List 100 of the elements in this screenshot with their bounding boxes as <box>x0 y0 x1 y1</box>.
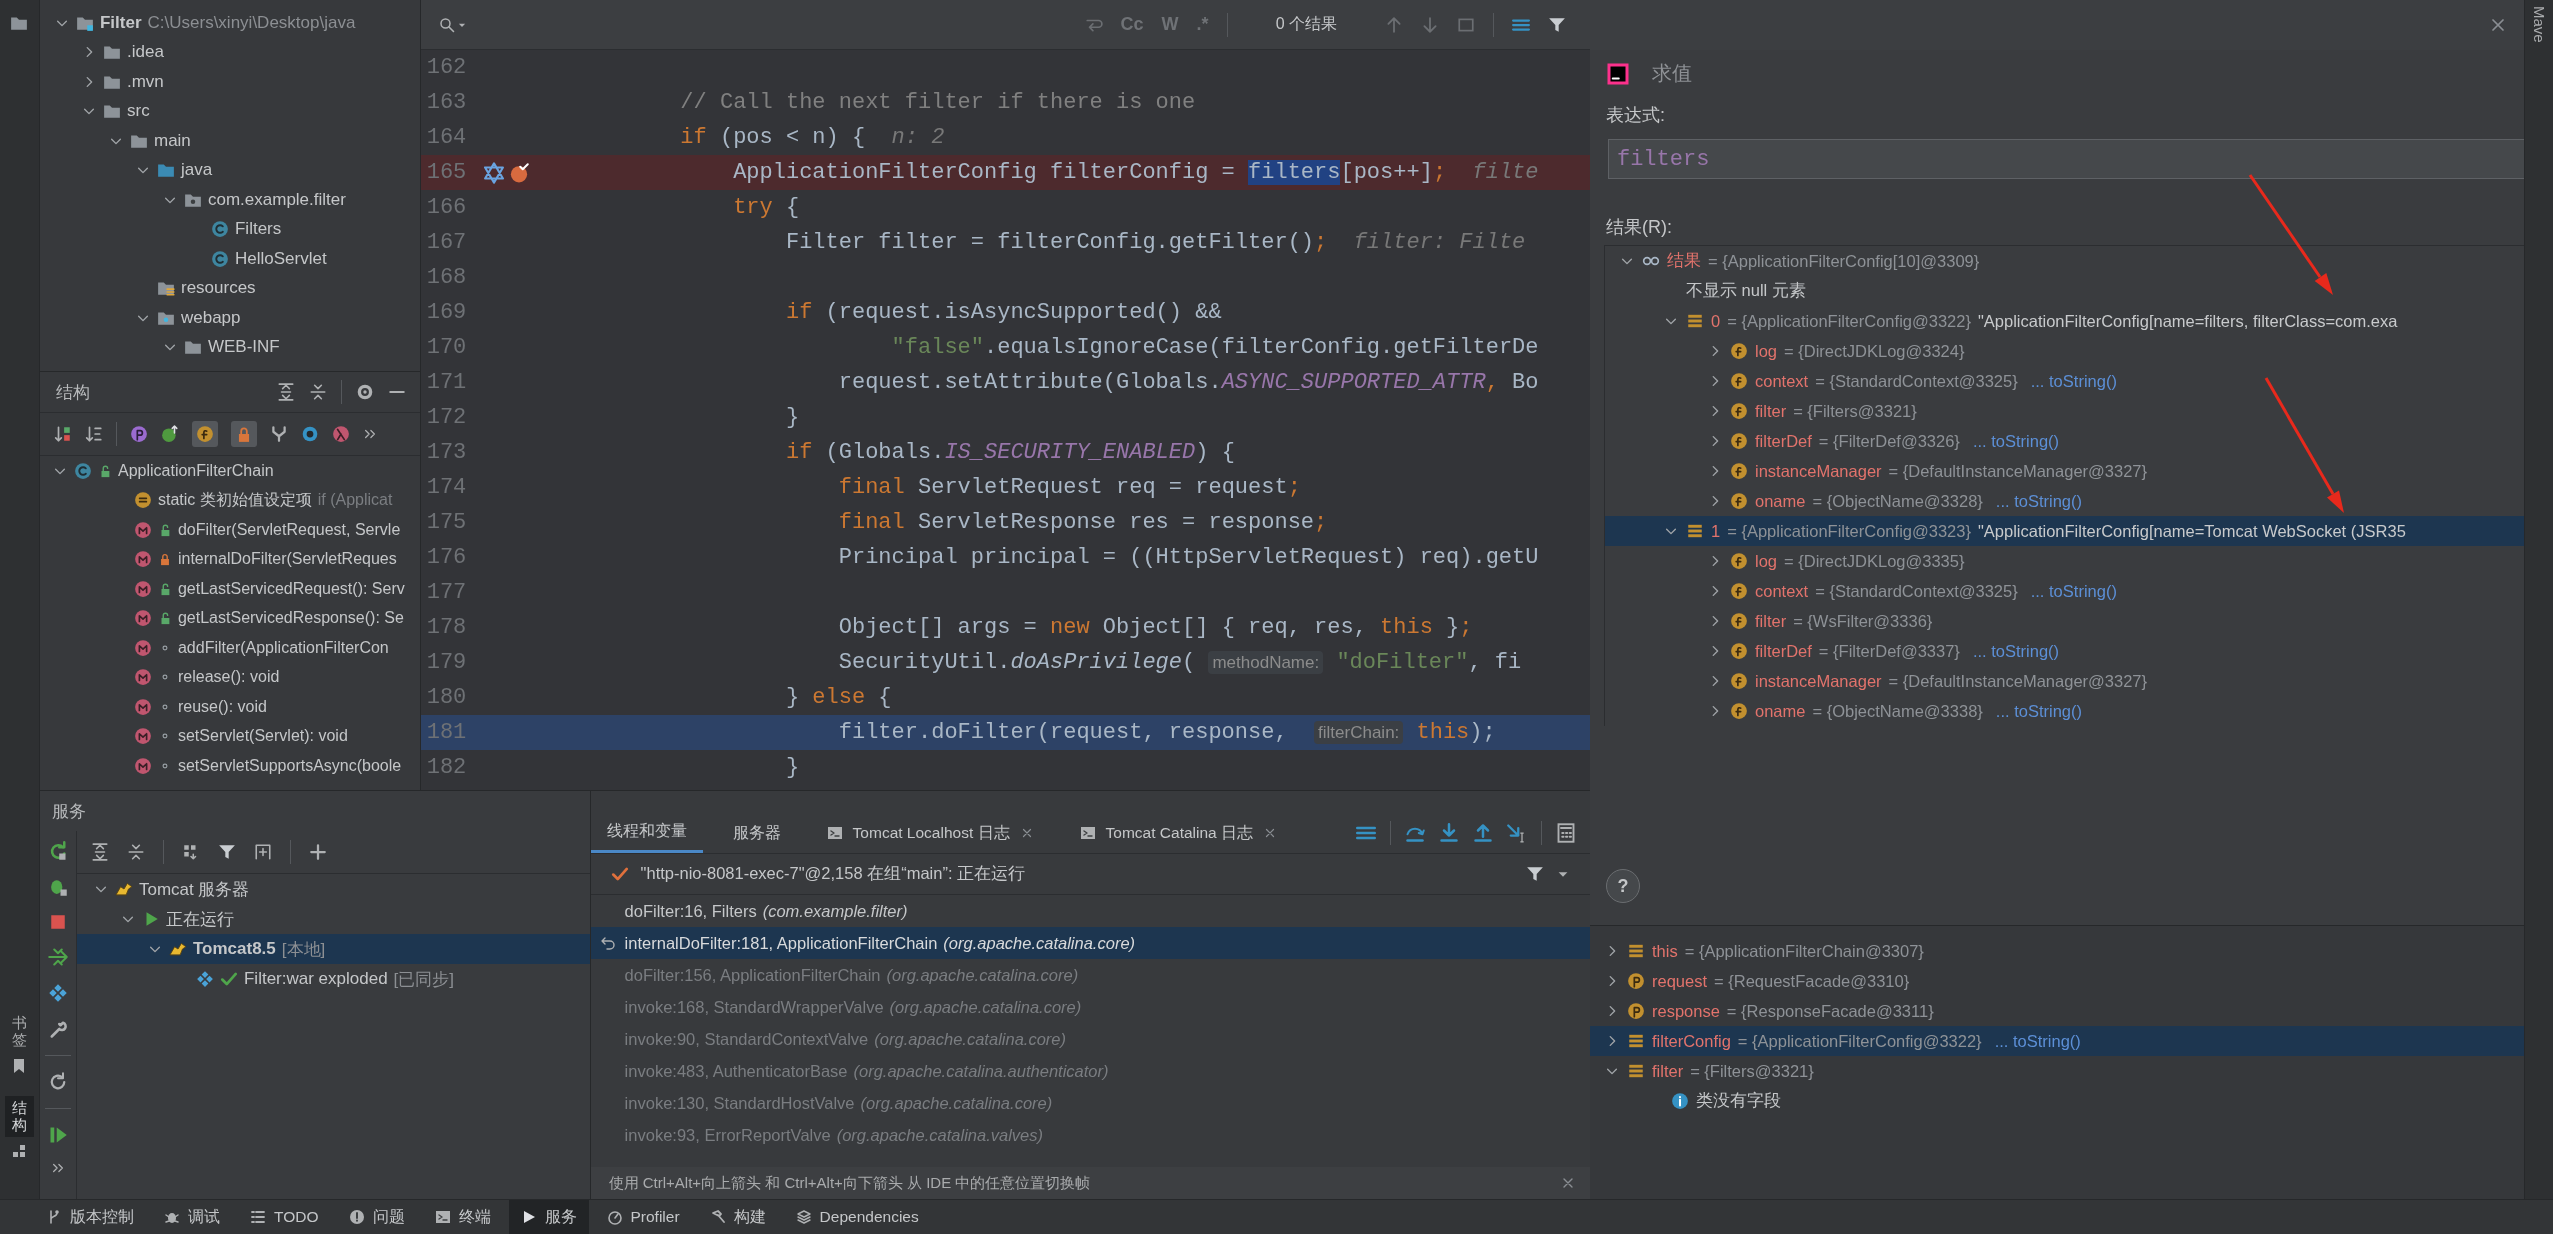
code-token: } <box>1445 615 1460 640</box>
tree-item-label[interactable]: src <box>126 101 150 122</box>
tool-window-button[interactable]: 版本控制 <box>34 1200 146 1234</box>
tool-window-button[interactable]: 调试 <box>152 1200 232 1234</box>
code-token: doAsPrivilege <box>1010 650 1183 675</box>
side-tab[interactable]: 结构 <box>5 1096 34 1137</box>
frame-method: internalDoFilter:181, ApplicationFilterChain <box>624 933 938 953</box>
tree-item-label[interactable]: .mvn <box>126 71 164 92</box>
tool-window-button[interactable]: Dependencies <box>783 1200 931 1234</box>
to-string-link[interactable]: ... toString() <box>1994 1031 2081 1051</box>
add-window-icon[interactable] <box>253 843 272 861</box>
tool-window-button[interactable]: 服务 <box>508 1200 589 1234</box>
collapse-all-icon[interactable] <box>126 843 145 861</box>
stack-frame[interactable]: doFilter:16, Filters (com.example.filter) <box>590 895 1590 927</box>
double-chevron-icon[interactable] <box>362 427 377 441</box>
folder-icon[interactable] <box>10 14 29 32</box>
code-token: ); <box>1469 720 1496 745</box>
debugger-tab[interactable]: Tomcat Localhost 日志 <box>810 813 1050 853</box>
add-icon[interactable] <box>308 843 327 861</box>
breakpoint-icon[interactable] <box>508 162 529 183</box>
step-into-icon[interactable] <box>1438 823 1459 843</box>
filter-icon[interactable] <box>1525 865 1544 883</box>
tree-icon[interactable] <box>269 425 288 443</box>
frame-method: invoke:130, StandardHostValve <box>624 1093 855 1113</box>
to-string-link[interactable]: ... toString() <box>2030 581 2117 601</box>
variable-name: oname <box>1754 701 1806 721</box>
thread-selector[interactable]: "http-nio-8081-exec-7"@2,158 在组“main”: 正在运行 <box>640 863 1026 885</box>
run-to-cursor-icon[interactable] <box>1506 823 1527 843</box>
tree-item-label[interactable]: Filters <box>234 219 282 240</box>
code-token: { <box>877 685 892 710</box>
stack-frame[interactable]: internalDoFilter:181, ApplicationFilterChain (org.apache.catalina.core) <box>590 927 1590 959</box>
tree-item-label[interactable]: java <box>180 160 213 181</box>
variable-value: = {DirectJDKLog@3324} <box>1784 341 1965 361</box>
tool-window-button[interactable]: 问题 <box>336 1200 417 1234</box>
filter-icon[interactable] <box>217 843 236 861</box>
debugger-tab[interactable]: 服务器 <box>716 813 797 853</box>
service-tree-row[interactable]: Tomcat8.5 [本地] <box>76 934 590 964</box>
structure-item[interactable]: setServletSupportsAsync(boole <box>177 756 402 775</box>
deploy-icon[interactable] <box>47 947 68 967</box>
tree-item-label[interactable]: WEB-INF <box>207 337 280 358</box>
sort-icon[interactable] <box>53 425 72 443</box>
expand-all-icon[interactable] <box>90 843 109 861</box>
collapse-all-icon[interactable] <box>308 383 327 401</box>
tree-item-label[interactable]: .idea <box>126 42 164 63</box>
tree-item-label[interactable]: HelloServlet <box>234 248 327 269</box>
structure-item[interactable]: doFilter(ServletRequest, Servle <box>177 520 401 539</box>
step-out-icon[interactable] <box>1472 823 1493 843</box>
ring-icon[interactable] <box>300 425 319 443</box>
structure-item[interactable]: reuse(): void <box>177 697 267 716</box>
inherited-icon[interactable] <box>160 425 179 443</box>
service-tree-row[interactable]: 正在运行 <box>76 904 590 934</box>
tool-window-button[interactable]: 终端 <box>422 1200 503 1234</box>
service-tree-row[interactable]: Tomcat 服务器 <box>76 874 590 904</box>
double-chevron-icon[interactable] <box>50 1161 65 1175</box>
to-string-link[interactable]: ... toString() <box>2030 371 2117 391</box>
line-number: 176 <box>425 545 468 570</box>
field-icon <box>1729 402 1748 420</box>
code-token: Object[] { req, res, <box>1101 615 1368 640</box>
diamonds-icon[interactable] <box>47 983 68 1003</box>
tool-window-button[interactable]: Profiler <box>594 1200 692 1234</box>
settings-icon[interactable] <box>355 383 374 401</box>
tool-window-button[interactable]: TODO <box>238 1200 331 1234</box>
frame-package: (org.apache.catalina.core) <box>874 1029 1066 1049</box>
help-button[interactable]: ? <box>1605 869 1640 903</box>
tree-item-label[interactable]: webapp <box>180 307 241 328</box>
side-tab[interactable]: Mave <box>2530 6 2548 43</box>
structure-icon[interactable] <box>11 1143 28 1159</box>
tree-item-label[interactable]: main <box>153 130 191 151</box>
tool-window-button[interactable]: 构建 <box>697 1200 778 1234</box>
debugger-tab[interactable]: 线程和变量 <box>590 813 703 853</box>
lambda-icon[interactable] <box>331 425 350 443</box>
structure-item[interactable]: internalDoFilter(ServletReques <box>177 550 397 569</box>
field-icon[interactable] <box>195 425 214 443</box>
tree-item-label[interactable]: com.example.filter <box>207 189 346 210</box>
code-token: ; <box>1314 510 1328 535</box>
structure-item[interactable]: getLastServicedRequest(): Serv <box>177 579 405 598</box>
variable-value: = {DefaultInstanceManager@3327} <box>1888 461 2148 481</box>
sort-icon[interactable] <box>84 425 103 443</box>
structure-item[interactable]: getLastServicedResponse(): Se <box>177 609 404 628</box>
side-tab[interactable]: 书签 <box>5 1011 34 1052</box>
tree-item-label[interactable]: resources <box>180 278 256 299</box>
stop-icon[interactable] <box>48 913 67 931</box>
service-tree-row[interactable]: Filter:war exploded [已同步] <box>76 964 590 994</box>
structure-item[interactable]: ApplicationFilterChain <box>117 461 274 480</box>
line-number: 167 <box>425 230 468 255</box>
close-icon[interactable] <box>1263 826 1277 840</box>
structure-item[interactable]: addFilter(ApplicationFilterCon <box>177 638 389 657</box>
property-icon[interactable] <box>129 425 148 443</box>
structure-item[interactable]: setServlet(Servlet): void <box>177 727 348 746</box>
expand-all-icon[interactable] <box>276 383 295 401</box>
code-token: // Call the next filter if there is one <box>679 90 1196 115</box>
line-number: 166 <box>425 195 468 220</box>
filter-icon[interactable] <box>1547 15 1566 34</box>
structure-item[interactable]: static 类初始值设定项 <box>157 489 312 511</box>
gauge-icon <box>606 1209 623 1225</box>
structure-item[interactable]: release(): void <box>177 668 280 687</box>
calculator-icon[interactable] <box>1555 823 1576 843</box>
variable-name: filterDef <box>1754 641 1812 661</box>
debugger-tab[interactable]: Tomcat Catalina 日志 <box>1063 813 1293 853</box>
tree-item-label[interactable]: Filter <box>99 12 142 33</box>
